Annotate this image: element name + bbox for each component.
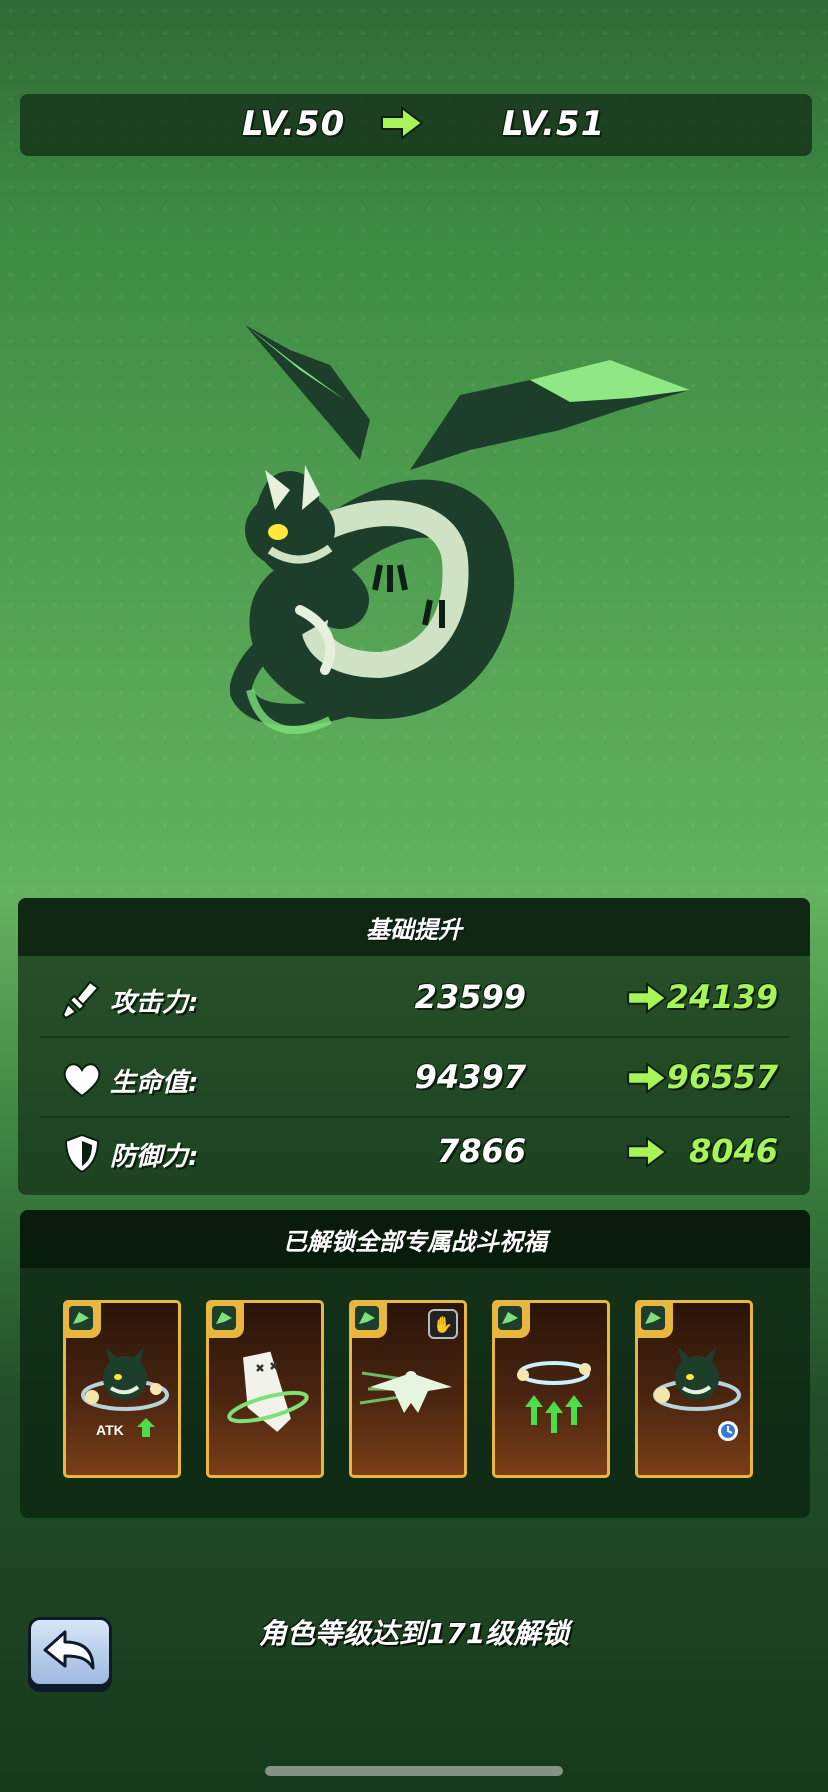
arrow-right-icon [627,1062,668,1094]
ghost-spin-icon [227,1351,309,1432]
level-from: LV.50 [242,104,346,144]
stat-label-defense: 防御力: [110,1142,199,1172]
sword-icon [61,980,100,1020]
stat-old-attack: 23599 [414,978,526,1016]
stats-panel-title: 基础提升 [18,898,810,956]
blessings-panel-title: 已解锁全部专属战斗祝福 [20,1210,810,1268]
stat-label-hp: 生命值: [110,1068,199,1098]
atk-caption: ATK [96,1422,124,1438]
blessings-panel: 已解锁全部专属战斗祝福 ATK ✋ [20,1210,810,1518]
dragon-clock-icon [653,1347,741,1441]
level-to: LV.51 [502,104,606,144]
dragon-character-image [230,325,690,734]
heart-icon [63,1063,101,1098]
dragon-atk-icon: ATK [81,1347,169,1438]
blessing-card-1[interactable]: ATK [63,1300,181,1478]
arrow-right-icon [627,1136,668,1168]
dragon-head-badge-icon [69,1306,93,1330]
stat-old-defense: 7866 [436,1132,526,1170]
arrow-right-icon [627,982,668,1014]
blessing-card-4[interactable] [492,1300,610,1478]
stat-row-defense: 防御力: 7866 8046 [40,1114,790,1192]
dragon-head-badge-icon [212,1306,236,1330]
home-indicator[interactable] [265,1766,563,1776]
stat-new-defense: 8046 [688,1132,778,1170]
stat-label-attack: 攻击力: [110,988,199,1018]
unlock-requirement-text: 角色等级达到171级解锁 [258,1617,570,1650]
stat-new-attack: 24139 [666,978,778,1016]
stat-row-hp: 生命值: 94397 96557 [40,1040,790,1118]
stat-old-hp: 94397 [414,1058,526,1096]
dragon-head-badge-icon [498,1306,522,1330]
arrow-right-icon [381,106,424,140]
divider [40,1036,790,1038]
dragon-head-badge-icon [355,1306,379,1330]
blessing-card-5[interactable] [635,1300,753,1478]
dragon-head-badge-icon [641,1306,665,1330]
orbit-arrows-icon [517,1361,591,1433]
stats-panel: 基础提升 攻击力: 23599 24139 生命值: 94397 96557 防… [18,898,810,1195]
dragon-dash-icon [359,1371,452,1413]
stat-new-hp: 96557 [666,1058,778,1096]
blessing-card-2[interactable] [206,1300,324,1478]
stat-row-attack: 攻击力: 23599 24139 [40,960,790,1038]
blessing-card-3[interactable]: ✋ [349,1300,467,1478]
shield-icon [64,1133,100,1174]
